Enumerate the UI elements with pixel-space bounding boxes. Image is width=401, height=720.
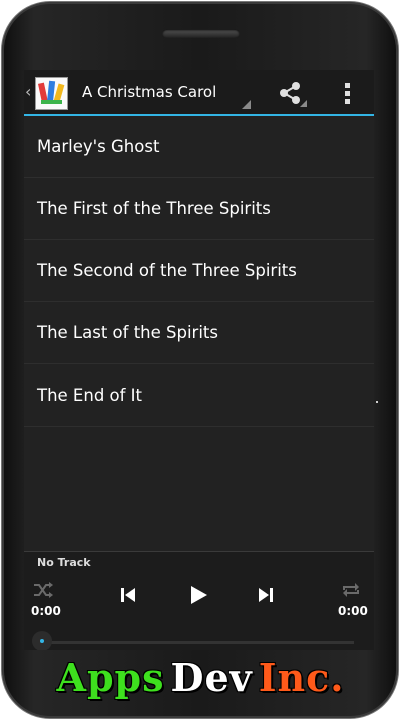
chapter-list: Marley's Ghost The First of the Three Sp…: [24, 116, 374, 427]
brand-word-inc: Inc.: [258, 655, 345, 700]
list-item[interactable]: The First of the Three Spirits: [24, 178, 374, 240]
seek-position-indicator: [40, 639, 44, 643]
action-bar: ‹ A Christmas Carol: [24, 70, 374, 116]
repeat-icon: [343, 583, 359, 597]
brand-word-apps: Apps: [56, 655, 165, 700]
app-logo[interactable]: [35, 77, 68, 110]
elapsed-time: 0:00: [31, 604, 61, 618]
chapter-label: The Second of the Three Spirits: [37, 261, 297, 280]
share-dropdown-indicator-icon: [300, 100, 307, 107]
next-button[interactable]: [256, 584, 276, 606]
skip-next-icon: [259, 588, 273, 602]
shuffle-icon: [34, 582, 53, 598]
chevron-left-icon[interactable]: ‹: [25, 82, 31, 102]
brand-word-dev: Dev: [170, 655, 253, 700]
list-item[interactable]: Marley's Ghost: [24, 116, 374, 178]
chapter-label: The First of the Three Spirits: [37, 199, 271, 218]
play-icon: [191, 586, 207, 604]
media-player: No Track 0:00 0:00: [24, 551, 374, 650]
list-item[interactable]: The End of It: [24, 364, 374, 427]
chapter-label: The Last of the Spirits: [37, 323, 218, 342]
repeat-button[interactable]: [340, 581, 362, 599]
dropdown-indicator-icon: [242, 100, 251, 109]
app-title[interactable]: A Christmas Carol: [82, 83, 216, 101]
brand-banner: Apps Dev Inc.: [0, 654, 401, 702]
previous-button[interactable]: [118, 584, 138, 606]
list-item[interactable]: The Second of the Three Spirits: [24, 240, 374, 302]
play-button[interactable]: [185, 582, 211, 608]
total-time: 0:00: [338, 604, 368, 618]
app-screen: ‹ A Christmas Carol Marley's Ghost The F…: [24, 70, 374, 650]
skip-previous-icon: [121, 588, 135, 602]
seek-bar[interactable]: [40, 641, 354, 644]
list-item[interactable]: The Last of the Spirits: [24, 302, 374, 364]
overflow-menu-icon: [345, 83, 350, 104]
phone-side-dot: [376, 401, 378, 403]
chapter-label: Marley's Ghost: [37, 137, 160, 156]
overflow-menu-button[interactable]: [336, 78, 360, 108]
track-title: No Track: [37, 556, 91, 569]
phone-speaker: [162, 29, 240, 38]
chapter-label: The End of It: [37, 385, 143, 405]
shuffle-button[interactable]: [32, 581, 54, 599]
